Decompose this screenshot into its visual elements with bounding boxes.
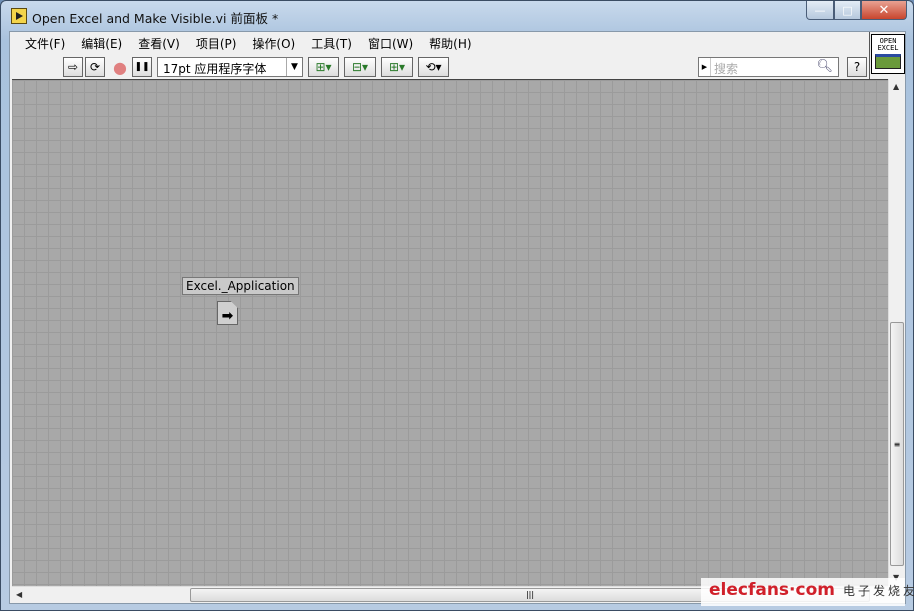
watermark-brand: elecfans·com [709, 580, 835, 600]
automation-refnum-control[interactable]: ➡ [217, 301, 238, 325]
run-continuously-icon[interactable]: ⟳ [85, 57, 105, 77]
menu-window[interactable]: 窗口(W) [361, 32, 420, 53]
pause-icon[interactable]: ❚❚ [132, 57, 152, 77]
menu-edit[interactable]: 编辑(E) [74, 32, 129, 53]
reorder-button[interactable]: ⟲▾ [418, 57, 449, 77]
front-panel-canvas[interactable]: Excel._Application ➡ [12, 79, 888, 586]
window-title: Open Excel and Make Visible.vi 前面板 * [32, 11, 279, 26]
search-placeholder: 搜索 [714, 62, 739, 76]
labview-window: Open Excel and Make Visible.vi 前面板 * — □… [0, 0, 914, 611]
menu-tools[interactable]: 工具(T) [304, 32, 359, 53]
vertical-scroll-thumb[interactable]: ≡ [890, 322, 904, 566]
search-input[interactable]: ▶ 搜索 🔍︎ [698, 57, 839, 77]
title-bar[interactable]: Open Excel and Make Visible.vi 前面板 * — □… [1, 1, 913, 31]
excel-window-icon [875, 54, 901, 69]
align-objects-button[interactable]: ⊞▾ [308, 57, 339, 77]
menu-view[interactable]: 查看(V) [131, 32, 187, 53]
menu-operate[interactable]: 操作(O) [245, 32, 302, 53]
vertical-scrollbar[interactable]: ▲ ≡ ▼ [888, 79, 905, 586]
abort-execution-icon[interactable]: ● [111, 57, 129, 77]
watermark: elecfans·com 电子发烧友 [701, 578, 914, 606]
menu-bar: 文件(F) 编辑(E) 查看(V) 项目(P) 操作(O) 工具(T) 窗口(W… [10, 32, 870, 53]
menu-project[interactable]: 项目(P) [189, 32, 244, 53]
minimize-button[interactable]: — [806, 1, 834, 20]
font-value: 17pt 应用程序字体 [163, 62, 267, 76]
vi-icon-pane[interactable]: OPEN EXCEL [871, 34, 905, 74]
context-help-button[interactable]: ? [847, 57, 867, 77]
vi-icon-text: OPEN EXCEL [877, 37, 899, 52]
font-selector[interactable]: 17pt 应用程序字体 ▼ [157, 57, 303, 77]
menu-file[interactable]: 文件(F) [18, 32, 72, 53]
run-arrow-icon[interactable]: ⇨ [63, 57, 83, 77]
scroll-left-icon[interactable]: ◀ [16, 590, 22, 599]
scroll-up-icon[interactable]: ▲ [893, 82, 899, 91]
watermark-cn: 电子发烧友 [842, 584, 914, 598]
distribute-objects-button[interactable]: ⊟▾ [344, 57, 376, 77]
resize-objects-button[interactable]: ⊞▾ [381, 57, 413, 77]
close-button[interactable]: ✕ [861, 1, 907, 20]
menu-help[interactable]: 帮助(H) [422, 32, 478, 53]
front-panel: 文件(F) 编辑(E) 查看(V) 项目(P) 操作(O) 工具(T) 窗口(W… [9, 31, 906, 604]
toolbar: ⇨ ⟳ ● ❚❚ 17pt 应用程序字体 ▼ ⊞▾ ⊟▾ ⊞▾ ⟲▾ ▶ 搜索 🔍… [10, 53, 870, 79]
control-label[interactable]: Excel._Application [182, 277, 299, 295]
search-mode-icon[interactable]: ▶ [699, 58, 711, 76]
maximize-button[interactable]: □ [834, 1, 861, 20]
divider [869, 32, 870, 79]
labview-vi-icon [11, 8, 27, 24]
chevron-down-icon: ▼ [286, 58, 302, 76]
search-icon[interactable]: 🔍︎ [816, 59, 833, 74]
